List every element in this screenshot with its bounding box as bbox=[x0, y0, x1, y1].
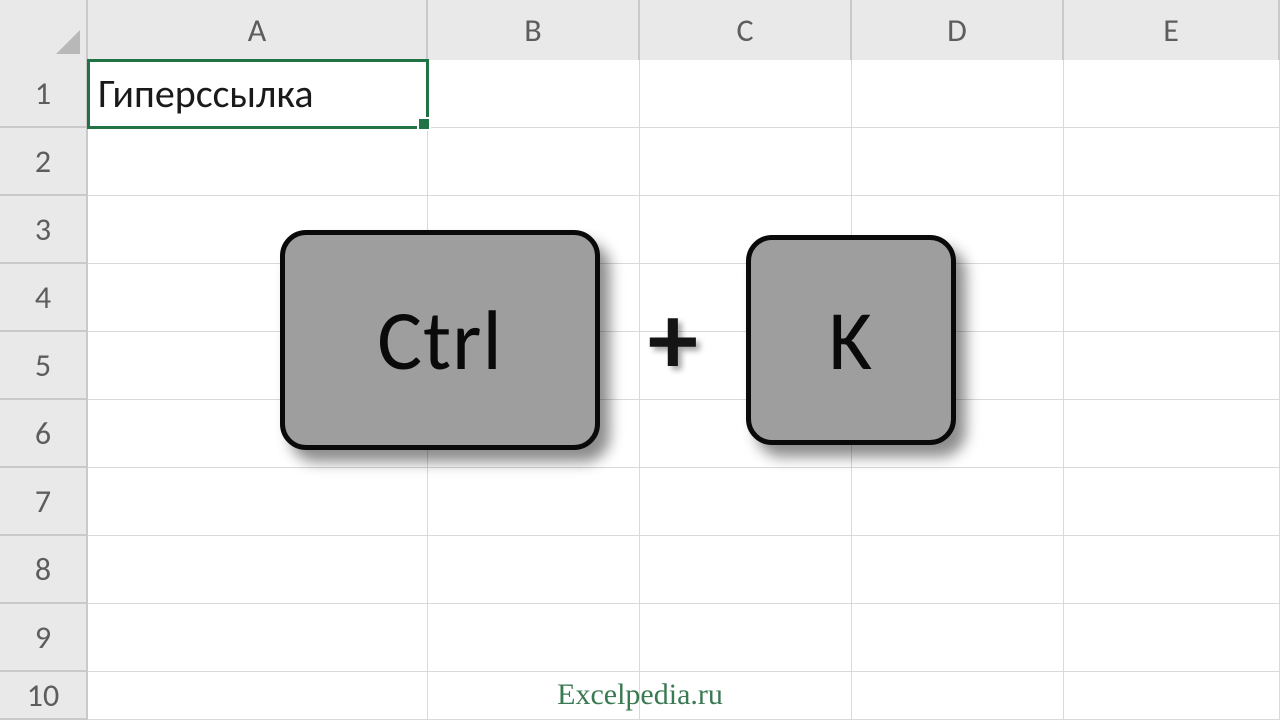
row-header-2[interactable]: 2 bbox=[0, 128, 88, 196]
cell-e1[interactable] bbox=[1064, 60, 1280, 128]
row-header-8[interactable]: 8 bbox=[0, 536, 88, 604]
cell-b8[interactable] bbox=[428, 536, 640, 604]
column-header-b[interactable]: B bbox=[428, 0, 640, 60]
cell-a10[interactable] bbox=[88, 672, 428, 720]
cell-e3[interactable] bbox=[1064, 196, 1280, 264]
cell-c7[interactable] bbox=[640, 468, 852, 536]
row-9 bbox=[88, 604, 1280, 672]
column-header-a[interactable]: A bbox=[88, 0, 428, 60]
cell-d9[interactable] bbox=[852, 604, 1064, 672]
cell-e4[interactable] bbox=[1064, 264, 1280, 332]
cell-e8[interactable] bbox=[1064, 536, 1280, 604]
column-header-c[interactable]: C bbox=[640, 0, 852, 60]
row-header-9[interactable]: 9 bbox=[0, 604, 88, 672]
cell-e9[interactable] bbox=[1064, 604, 1280, 672]
cell-a9[interactable] bbox=[88, 604, 428, 672]
cell-a8[interactable] bbox=[88, 536, 428, 604]
column-header-e[interactable]: E bbox=[1064, 0, 1280, 60]
cell-b2[interactable] bbox=[428, 128, 640, 196]
ctrl-key-icon: Ctrl bbox=[280, 230, 600, 450]
cell-c1[interactable] bbox=[640, 60, 852, 128]
keyboard-shortcut-overlay: Ctrl + K bbox=[280, 230, 956, 450]
cell-c2[interactable] bbox=[640, 128, 852, 196]
row-7 bbox=[88, 468, 1280, 536]
cell-d1[interactable] bbox=[852, 60, 1064, 128]
cell-e6[interactable] bbox=[1064, 400, 1280, 468]
cell-d10[interactable] bbox=[852, 672, 1064, 720]
row-header-4[interactable]: 4 bbox=[0, 264, 88, 332]
row-header-1[interactable]: 1 bbox=[0, 60, 88, 128]
cell-d2[interactable] bbox=[852, 128, 1064, 196]
cell-e7[interactable] bbox=[1064, 468, 1280, 536]
row-8 bbox=[88, 536, 1280, 604]
k-key-icon: K bbox=[746, 235, 956, 445]
cell-d7[interactable] bbox=[852, 468, 1064, 536]
watermark-text: Excelpedia.ru bbox=[557, 678, 723, 712]
cell-b7[interactable] bbox=[428, 468, 640, 536]
row-header-10[interactable]: 10 bbox=[0, 672, 88, 720]
row-headers: 1 2 3 4 5 6 7 8 9 10 bbox=[0, 60, 88, 720]
cell-a2[interactable] bbox=[88, 128, 428, 196]
cell-a1[interactable]: Гиперссылка bbox=[88, 60, 428, 128]
cell-b9[interactable] bbox=[428, 604, 640, 672]
cell-e10[interactable] bbox=[1064, 672, 1280, 720]
select-all-corner[interactable] bbox=[0, 0, 88, 60]
column-header-d[interactable]: D bbox=[852, 0, 1064, 60]
row-header-5[interactable]: 5 bbox=[0, 332, 88, 400]
column-headers: A B C D E bbox=[0, 0, 1280, 60]
cell-d8[interactable] bbox=[852, 536, 1064, 604]
cell-e2[interactable] bbox=[1064, 128, 1280, 196]
plus-icon: + bbox=[648, 279, 698, 401]
cell-e5[interactable] bbox=[1064, 332, 1280, 400]
cell-c8[interactable] bbox=[640, 536, 852, 604]
row-header-6[interactable]: 6 bbox=[0, 400, 88, 468]
cell-a7[interactable] bbox=[88, 468, 428, 536]
row-header-7[interactable]: 7 bbox=[0, 468, 88, 536]
row-1: Гиперссылка bbox=[88, 60, 1280, 128]
row-2 bbox=[88, 128, 1280, 196]
row-header-3[interactable]: 3 bbox=[0, 196, 88, 264]
cell-b1[interactable] bbox=[428, 60, 640, 128]
cell-c9[interactable] bbox=[640, 604, 852, 672]
